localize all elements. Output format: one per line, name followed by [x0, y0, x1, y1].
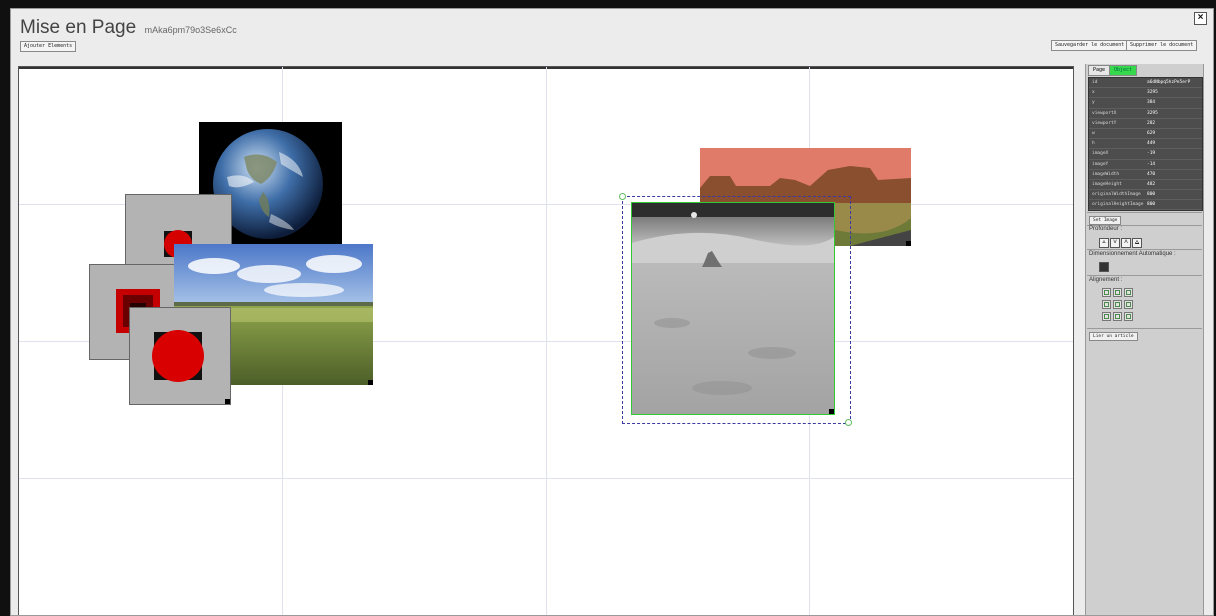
tab-page[interactable]: Page [1088, 65, 1111, 76]
selection-corner-handle[interactable] [619, 193, 626, 200]
property-row: imageY -14 [1089, 160, 1202, 170]
layout-canvas[interactable] [18, 66, 1074, 615]
property-row: originalHeightImage 800 [1089, 200, 1202, 211]
auto-size-label: Dimensionnement Automatique : [1089, 251, 1176, 257]
align-center-button[interactable] [1113, 300, 1122, 309]
set-image-button[interactable]: Set Image [1089, 216, 1122, 225]
resize-handle[interactable] [906, 241, 911, 246]
layout-editor-window: × Mise en Page mAka6pm79o3Se6xCc Ajouter… [10, 8, 1214, 616]
align-top-right-button[interactable] [1124, 288, 1133, 297]
properties-panel: Page Object id a6dNbpq5hzPe5erP x 3295 y 38… [1085, 64, 1204, 615]
property-row: originalWidthImage 800 [1089, 190, 1202, 201]
bring-to-front-button[interactable]: ⩠ [1132, 238, 1142, 248]
property-row: viewportX 3295 [1089, 109, 1202, 119]
align-middle-left-button[interactable] [1102, 300, 1111, 309]
align-bottom-right-button[interactable] [1124, 312, 1133, 321]
moon-surface-photo[interactable] [631, 202, 835, 415]
add-elements-button[interactable]: Ajouter Elements [20, 41, 77, 52]
page-title: Mise en Page [20, 17, 137, 38]
divider [1087, 328, 1202, 329]
move-down-button[interactable]: ˅ [1110, 238, 1120, 248]
property-row: y 384 [1089, 98, 1202, 109]
red-circle-graphic [152, 330, 204, 382]
property-row: id a6dNbpq5hzPe5erP [1089, 78, 1202, 89]
align-top-center-button[interactable] [1113, 288, 1122, 297]
property-row: imageWidth 470 [1089, 170, 1202, 180]
moon-graphic [632, 203, 834, 414]
property-row: viewportY 282 [1089, 119, 1202, 129]
grid-line [19, 478, 1073, 479]
align-bottom-left-button[interactable] [1102, 312, 1111, 321]
tab-object[interactable]: Object [1109, 65, 1138, 76]
alignment-label: Alignement : [1089, 277, 1123, 283]
page-title-row: Mise en Page mAka6pm79o3Se6xCc [20, 17, 237, 39]
property-row: w 629 [1089, 129, 1202, 140]
send-to-back-button[interactable]: ⩡ [1099, 238, 1109, 248]
red-circle-image-2[interactable] [129, 307, 231, 405]
move-up-button[interactable]: ˄ [1121, 238, 1131, 248]
resize-handle[interactable] [829, 409, 834, 414]
link-article-button[interactable]: Lier un article [1089, 332, 1138, 341]
resize-handle[interactable] [225, 399, 230, 404]
divider [1087, 212, 1202, 213]
divider [1087, 275, 1202, 276]
align-bottom-center-button[interactable] [1113, 312, 1122, 321]
property-row: imageHeight 482 [1089, 180, 1202, 191]
divider [1087, 249, 1202, 250]
close-button[interactable]: × [1194, 12, 1207, 25]
document-id: mAka6pm79o3Se6xCc [144, 25, 237, 35]
object-properties-table: id a6dNbpq5hzPe5erP x 3295 y 384 viewportX 3… [1088, 77, 1203, 212]
property-row: x 3295 [1089, 88, 1202, 99]
property-row: h 449 [1089, 139, 1202, 150]
property-row: imageX -19 [1089, 149, 1202, 160]
selection-corner-handle[interactable] [845, 419, 852, 426]
resize-handle[interactable] [368, 380, 373, 385]
delete-document-button[interactable]: Supprimer le document [1126, 40, 1198, 51]
save-document-button[interactable]: Sauvegarder le document [1051, 40, 1129, 51]
depth-label: Profondeur : [1089, 226, 1123, 232]
auto-size-toggle[interactable] [1099, 262, 1109, 272]
align-middle-right-button[interactable] [1124, 300, 1133, 309]
align-top-left-button[interactable] [1102, 288, 1111, 297]
